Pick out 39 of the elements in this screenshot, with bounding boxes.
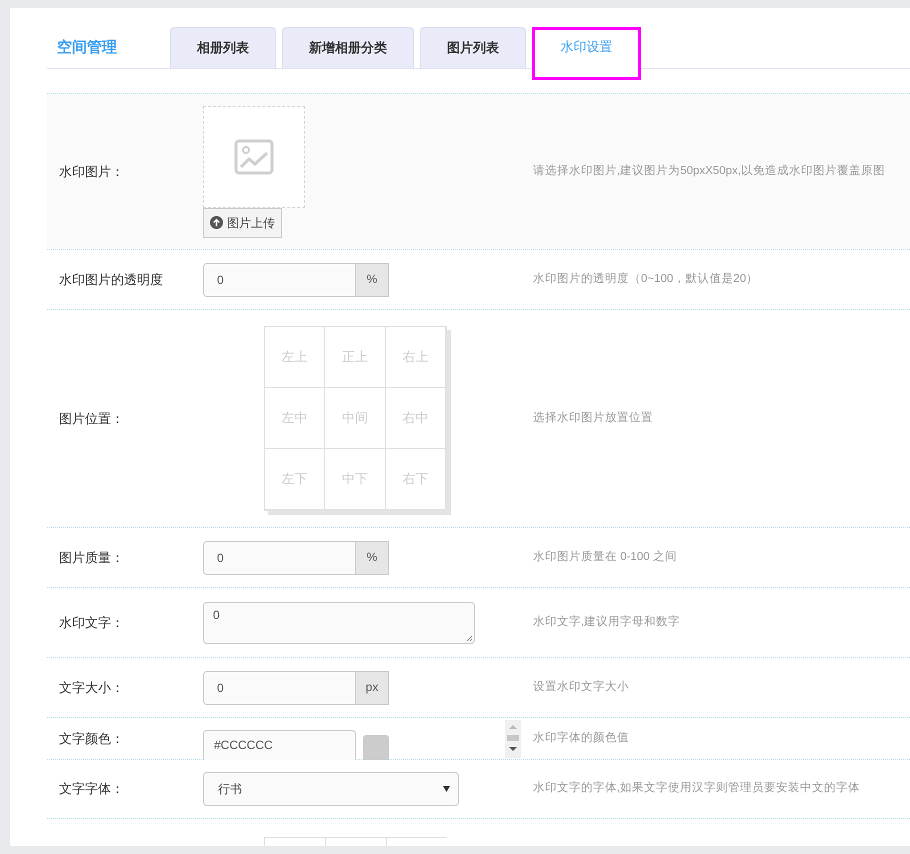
- field-label: 文字字体：: [59, 781, 124, 796]
- unit-label: px: [356, 670, 389, 704]
- text-field[interactable]: 0: [203, 540, 356, 574]
- hint-text: 请选择水印图片,建议图片为50pxX50px,以免造成水印图片覆盖原图: [533, 163, 885, 179]
- unit-label: %: [356, 540, 389, 574]
- image-icon: [234, 138, 274, 174]
- tab[interactable]: 图片列表: [420, 27, 526, 68]
- hint-text: 选择水印图片放置位置: [533, 410, 653, 426]
- field-label: 文字大小：: [59, 680, 124, 694]
- page-title: 空间管理: [56, 38, 118, 58]
- color-field[interactable]: #CCCCCC: [203, 730, 356, 760]
- upload-button[interactable]: 图片上传: [203, 208, 282, 238]
- field-label: 文字颜色：: [59, 730, 124, 746]
- text-field[interactable]: 0: [203, 262, 356, 296]
- scroll-arrows-icon: [505, 720, 521, 758]
- field-label: 图片位置：: [59, 410, 124, 426]
- hint-text: 水印图片质量在 0-100 之间: [533, 549, 677, 565]
- tab[interactable]: 相册列表: [170, 27, 276, 68]
- position-cell[interactable]: [325, 837, 386, 846]
- hint-text: 水印文字的字体,如果文字使用汉字则管理员要安装中文的字体: [533, 780, 860, 796]
- field-label: 水印图片：: [59, 164, 124, 178]
- field-label: 水印文字：: [59, 614, 124, 630]
- position-cell[interactable]: [386, 837, 447, 846]
- hint-text: 设置水印文字大小: [533, 679, 629, 695]
- hint-text: 水印文字,建议用字母和数字: [533, 614, 680, 630]
- arrow-up-circle-icon: [210, 216, 223, 229]
- text-field[interactable]: 0: [203, 670, 356, 704]
- text-area[interactable]: 0: [203, 602, 475, 644]
- position-cell[interactable]: [264, 837, 325, 846]
- tab[interactable]: 新增相册分类: [282, 27, 414, 68]
- font-select[interactable]: 行书: [203, 772, 459, 806]
- field-label: 图片质量：: [59, 550, 124, 564]
- hint-text: 水印图片的透明度（0~100，默认值是20）: [533, 272, 758, 287]
- color-swatch[interactable]: [363, 734, 389, 760]
- field-label: 水印图片的透明度: [59, 272, 163, 286]
- unit-label: %: [356, 262, 389, 296]
- caret-down-icon: [443, 786, 450, 792]
- resize-handle-icon: [466, 634, 473, 642]
- hint-text: 水印字体的颜色值: [533, 730, 629, 746]
